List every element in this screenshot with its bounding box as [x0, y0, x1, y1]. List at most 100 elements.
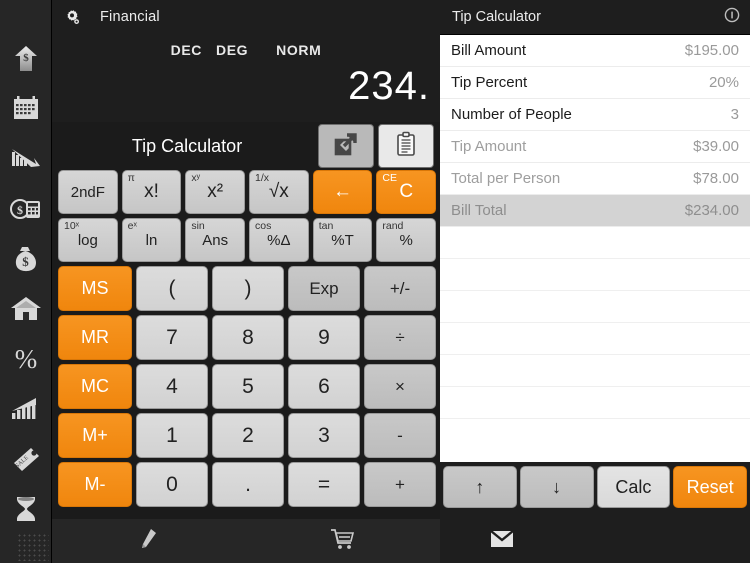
svg-text:$: $ — [17, 203, 23, 217]
key-label: % — [399, 231, 413, 249]
worksheet-row-value[interactable]: 3 — [731, 106, 739, 123]
sidebar-item-savings[interactable]: $ — [0, 234, 52, 284]
function-key-rows: 2ndF π x! xʸ x² 1/x √x ← CE C 10ˣ log eˣ ln sin Ans cos%… — [58, 170, 437, 262]
key-3[interactable]: 3 — [288, 413, 360, 458]
sidebar-item-mortgage[interactable] — [0, 284, 52, 334]
worksheet-row-empty[interactable] — [440, 291, 750, 323]
sidebar-item-loan-schedule[interactable] — [0, 84, 52, 134]
key-MS[interactable]: MS — [58, 266, 132, 311]
key-7[interactable]: 7 — [136, 315, 208, 360]
key-M-[interactable]: M- — [58, 462, 132, 507]
key-+[interactable]: + — [364, 462, 436, 507]
worksheet-row[interactable]: Tip Percent 20% — [440, 67, 750, 99]
key-sym[interactable]: ( — [136, 266, 208, 311]
email-button[interactable] — [490, 529, 514, 553]
key-label: M- — [84, 474, 106, 494]
calculator-titlebar: Financial — [52, 0, 440, 34]
calculator-panel: Financial DEC DEG NORM 234. Tip Calculat… — [52, 0, 440, 563]
worksheet-row-empty[interactable] — [440, 259, 750, 291]
worksheet-row[interactable]: Bill Total $234.00 — [440, 195, 750, 227]
key-[interactable]: rand% — [376, 218, 437, 262]
key-[interactable]: cos %Δ — [249, 218, 309, 262]
key-5[interactable]: 5 — [212, 364, 284, 409]
worksheet-row-value[interactable]: 20% — [709, 74, 739, 91]
key-2[interactable]: 2 — [212, 413, 284, 458]
key-log[interactable]: 10ˣ log — [58, 218, 118, 262]
worksheet-row[interactable]: Total per Person $78.00 — [440, 163, 750, 195]
sidebar-item-time-value[interactable] — [0, 484, 52, 534]
key-sym[interactable]: ÷ — [364, 315, 436, 360]
key-label: Exp — [309, 278, 339, 298]
worksheet-row-empty[interactable] — [440, 355, 750, 387]
worksheet-row-value[interactable]: $39.00 — [693, 138, 739, 155]
worksheet-row-empty[interactable] — [440, 387, 750, 419]
sidebar-item-investment[interactable]: $ — [0, 34, 52, 84]
worksheet-row-value[interactable]: $78.00 — [693, 170, 739, 187]
info-button[interactable] — [724, 7, 740, 28]
key--[interactable]: - — [364, 413, 436, 458]
key-C[interactable]: CE C — [376, 170, 437, 214]
key-Ans[interactable]: sin Ans — [185, 218, 246, 262]
key-T[interactable]: tan %T — [312, 218, 373, 262]
house-icon — [10, 295, 42, 323]
sidebar-item-percent[interactable]: % — [0, 334, 52, 384]
worksheet-row-value[interactable]: $195.00 — [685, 42, 739, 59]
key-0[interactable]: 0 — [136, 462, 208, 507]
worksheet-row-empty[interactable] — [440, 227, 750, 259]
worksheet-row[interactable]: Bill Amount $195.00 — [440, 35, 750, 67]
key-MC[interactable]: MC — [58, 364, 132, 409]
key-9[interactable]: 9 — [288, 315, 360, 360]
annotate-button[interactable] — [52, 527, 246, 556]
key-8[interactable]: 8 — [212, 315, 284, 360]
worksheet-row[interactable]: Number of People 3 — [440, 99, 750, 131]
clipboard-button[interactable] — [378, 124, 434, 168]
key-M+[interactable]: M+ — [58, 413, 132, 458]
key-sym[interactable]: ) — [212, 266, 284, 311]
reset-button[interactable]: Reset — [673, 466, 747, 508]
key-label: MR — [81, 327, 109, 347]
key-6[interactable]: 6 — [288, 364, 360, 409]
store-button[interactable] — [246, 528, 440, 555]
key-x[interactable]: xʸ x² — [185, 170, 246, 214]
sidebar-item-depreciation[interactable] — [0, 134, 52, 184]
key-ln[interactable]: eˣ ln — [121, 218, 182, 262]
key-x[interactable]: 1/x √x — [249, 170, 309, 214]
key-label: - — [397, 425, 403, 445]
key-MR[interactable]: MR — [58, 315, 132, 360]
gear-icon[interactable] — [58, 9, 84, 26]
worksheet-row[interactable]: Tip Amount $39.00 — [440, 131, 750, 163]
calc-button[interactable]: Calc — [596, 466, 671, 508]
sidebar-item-calculator[interactable]: $ — [0, 184, 52, 234]
button-label: Calc — [615, 476, 652, 497]
worksheet-row-label: Number of People — [451, 106, 572, 123]
resize-handle[interactable] — [17, 533, 49, 561]
key-4[interactable]: 4 — [136, 364, 208, 409]
worksheet-row-label: Total per Person — [451, 170, 561, 187]
numeric-key-rows: MS () Exp +/- MR 7 8 9 ÷ MC 4 5 6 × M+ 1 2 3 - M- 0. = + — [58, 266, 436, 507]
chart-growth-icon — [10, 396, 42, 422]
key-[interactable]: ← — [312, 170, 373, 214]
worksheet-row-value[interactable]: $234.00 — [685, 202, 739, 219]
key-x[interactable]: π x! — [121, 170, 182, 214]
key-secondary-label: 10ˣ — [64, 220, 80, 232]
key-label: ln — [145, 231, 158, 249]
key-label: %Δ — [267, 231, 291, 249]
key-1[interactable]: 1 — [136, 413, 208, 458]
key-2ndF[interactable]: 2ndF — [58, 170, 118, 214]
sidebar-item-discount[interactable]: SALE — [0, 434, 52, 484]
next-field-button[interactable]: ↓ — [519, 466, 594, 508]
mode-deg: DEG — [216, 42, 249, 58]
key-sym[interactable]: . — [212, 462, 284, 507]
money-bag-icon: $ — [11, 244, 41, 274]
share-export-button[interactable] — [318, 124, 374, 168]
active-worksheet-label: Tip Calculator — [131, 135, 243, 156]
key-Exp[interactable]: Exp — [288, 266, 360, 311]
key-+-[interactable]: +/- — [364, 266, 436, 311]
key-sym[interactable]: × — [364, 364, 436, 409]
key-sym[interactable]: = — [288, 462, 360, 507]
worksheet-panel: Tip Calculator Bill Amount $195.00 Tip Per… — [440, 0, 750, 563]
worksheet-row-empty[interactable] — [440, 323, 750, 355]
key-label: ← — [333, 181, 353, 202]
sidebar-item-growth[interactable] — [0, 384, 52, 434]
previous-field-button[interactable]: ↑ — [443, 466, 517, 508]
